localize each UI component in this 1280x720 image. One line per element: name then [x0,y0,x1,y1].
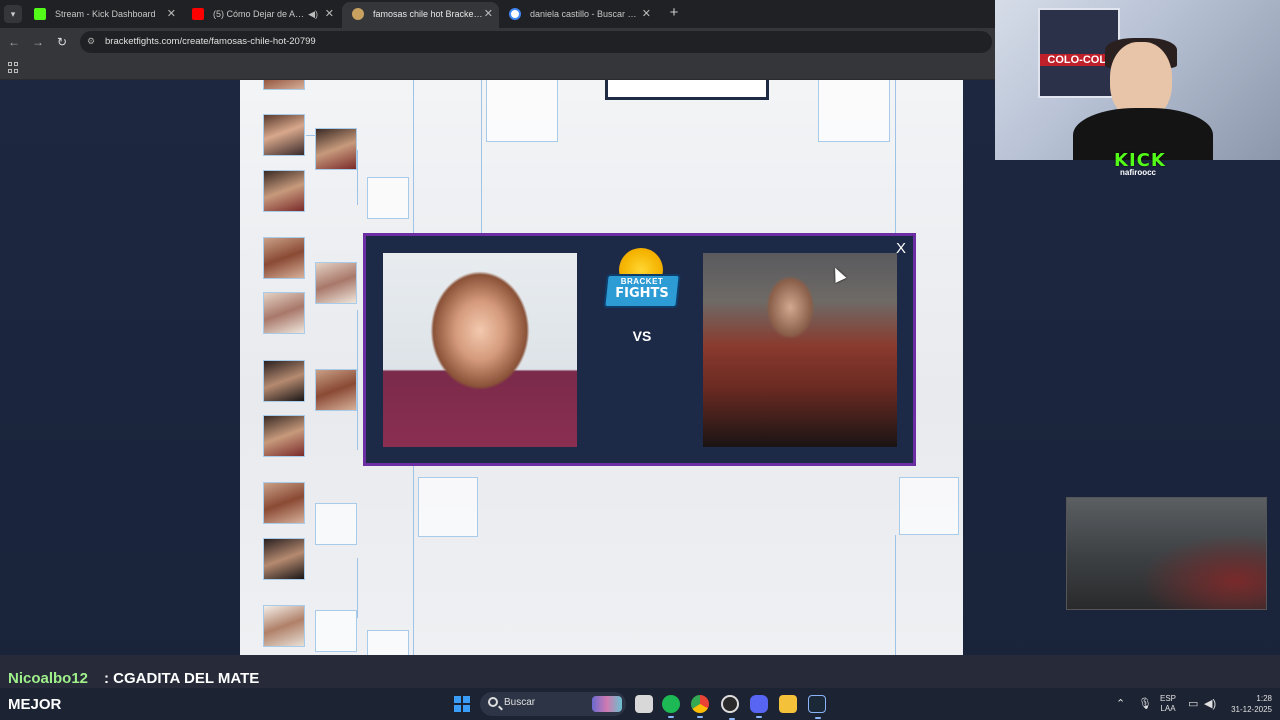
versus-label: VS [632,328,652,344]
tab-title: daniela castillo - Buscar con Go [530,9,640,19]
spotify-icon[interactable] [662,695,680,718]
tab-kick-dashboard[interactable]: Stream - Kick Dashboard ✕ [24,2,182,28]
tab-youtube[interactable]: (5) Cómo Dejar de Amarte ◀) ✕ [182,2,340,28]
search-highlight-icon [592,696,622,712]
search-placeholder: Buscar [504,697,536,708]
bookmarks-bar [0,55,995,80]
bracket-connector [895,80,896,235]
tab-title: Stream - Kick Dashboard [55,9,156,19]
browser-tab-strip: ▾ Stream - Kick Dashboard ✕ (5) Cómo Dej… [0,0,995,28]
back-arrow-icon[interactable]: ← [5,33,23,51]
tab-title: (5) Cómo Dejar de Amarte [213,9,309,19]
chat-message: : CGADITA DEL MATE [104,670,260,687]
chat-message-overflow: MEJOR [8,696,62,713]
tab-search-dropdown[interactable]: ▾ [4,5,22,23]
youtube-favicon-icon [192,8,204,20]
quarter-empty-slot[interactable] [899,477,959,535]
round2-empty-slot[interactable] [315,610,357,652]
steam-icon[interactable] [808,695,826,719]
round3-empty-slot[interactable] [367,630,409,655]
quarter-empty-slot[interactable] [818,80,890,142]
site-info-icon[interactable]: ⚙ [87,36,98,47]
windows-start-icon[interactable] [454,696,470,712]
kick-favicon-icon [34,8,46,20]
contestant-thumbnail[interactable] [263,292,305,334]
close-popup-button[interactable]: X [896,240,906,257]
url-text[interactable]: bracketfights.com/create/famosas-chile-h… [105,36,316,47]
task-view-icon[interactable] [635,695,653,713]
round2-thumbnail[interactable] [315,369,357,411]
bracket-connector [357,310,358,450]
contestant-thumbnail[interactable] [263,415,305,457]
language-indicator[interactable]: ESP LAA [1160,694,1176,714]
right-contestant-image[interactable] [703,253,897,447]
microphone-icon[interactable]: 🎙 [1138,697,1152,710]
speaker-icon[interactable]: ◀) [308,2,318,26]
search-icon [488,697,498,707]
network-icon[interactable]: ▭ [1188,697,1198,710]
chrome-icon[interactable] [691,695,709,718]
kick-handle: nafiroocc [1120,168,1157,177]
round2-empty-slot[interactable] [315,503,357,545]
discord-icon[interactable] [750,695,768,718]
volume-icon[interactable]: ◀) [1204,697,1216,710]
contestant-thumbnail[interactable] [263,114,305,156]
clock-time: 1:28 [1256,694,1272,703]
taskbar-search[interactable]: Buscar [480,692,626,716]
contestant-thumbnail[interactable] [263,360,305,402]
keyboard-layout: LAA [1160,704,1176,713]
forward-arrow-icon[interactable]: → [29,33,47,51]
browser-toolbar: ← → ↻ ⚙ bracketfights.com/create/famosas… [0,28,995,55]
google-favicon-icon [509,8,521,20]
chevron-up-icon[interactable]: ⌃ [1116,697,1125,710]
close-icon[interactable]: ✕ [642,2,651,26]
contestant-thumbnail[interactable] [263,80,305,90]
bracket-connector [306,135,315,136]
bracket-connector [895,535,896,655]
bracket-final-slot[interactable] [605,80,769,100]
logo-text: BRACKET [620,277,664,286]
game-capture-overlay [1066,497,1267,610]
address-bar[interactable]: ⚙ bracketfights.com/create/famosas-chile… [80,31,992,53]
streamer-webcam: COLO-COLO [995,0,1280,160]
left-contestant-image[interactable] [383,253,577,447]
chat-overlay: Nicoalbo12 : CGADITA DEL MATE [0,655,1280,688]
new-tab-button[interactable]: + [664,3,684,23]
windows-taskbar: MEJOR Buscar ⌃ 🎙 ESP LAA ▭ ◀) 1:28 31-12… [0,688,1280,720]
bracket-connector [481,80,482,235]
close-icon[interactable]: ✕ [325,2,334,26]
quarter-empty-slot[interactable] [486,80,558,142]
quarter-empty-slot[interactable] [418,477,478,537]
round2-thumbnail[interactable] [315,262,357,304]
language-code: ESP [1160,694,1177,703]
reload-icon[interactable]: ↻ [53,33,71,51]
round3-empty-slot[interactable] [367,177,409,219]
contestant-thumbnail[interactable] [263,605,305,647]
round2-thumbnail[interactable] [315,128,357,170]
logo-text: FIGHTS [615,286,669,301]
apps-grid-icon[interactable] [8,62,19,73]
file-explorer-icon[interactable] [779,695,797,713]
contestant-thumbnail[interactable] [263,170,305,212]
chat-username: Nicoalbo12 [8,670,89,687]
tab-google-search[interactable]: daniela castillo - Buscar con Go ✕ [499,2,657,28]
bracket-fights-logo: BRACKET FIGHTS [603,248,681,310]
contestant-thumbnail[interactable] [263,237,305,279]
system-clock[interactable]: 1:28 31-12-2025 [1226,693,1272,715]
tab-title: famosas chile hot Bracket - Bra [373,9,483,19]
bracket-connector [357,558,358,618]
bracketfights-favicon-icon [352,8,364,20]
contestant-thumbnail[interactable] [263,538,305,580]
obs-icon[interactable] [721,695,739,720]
bracket-connector [357,150,358,205]
close-icon[interactable]: ✕ [484,2,493,26]
close-icon[interactable]: ✕ [167,2,176,26]
clock-date: 31-12-2025 [1231,705,1272,714]
contestant-thumbnail[interactable] [263,482,305,524]
tab-bracket-fights[interactable]: famosas chile hot Bracket - Bra ✕ [342,2,499,28]
